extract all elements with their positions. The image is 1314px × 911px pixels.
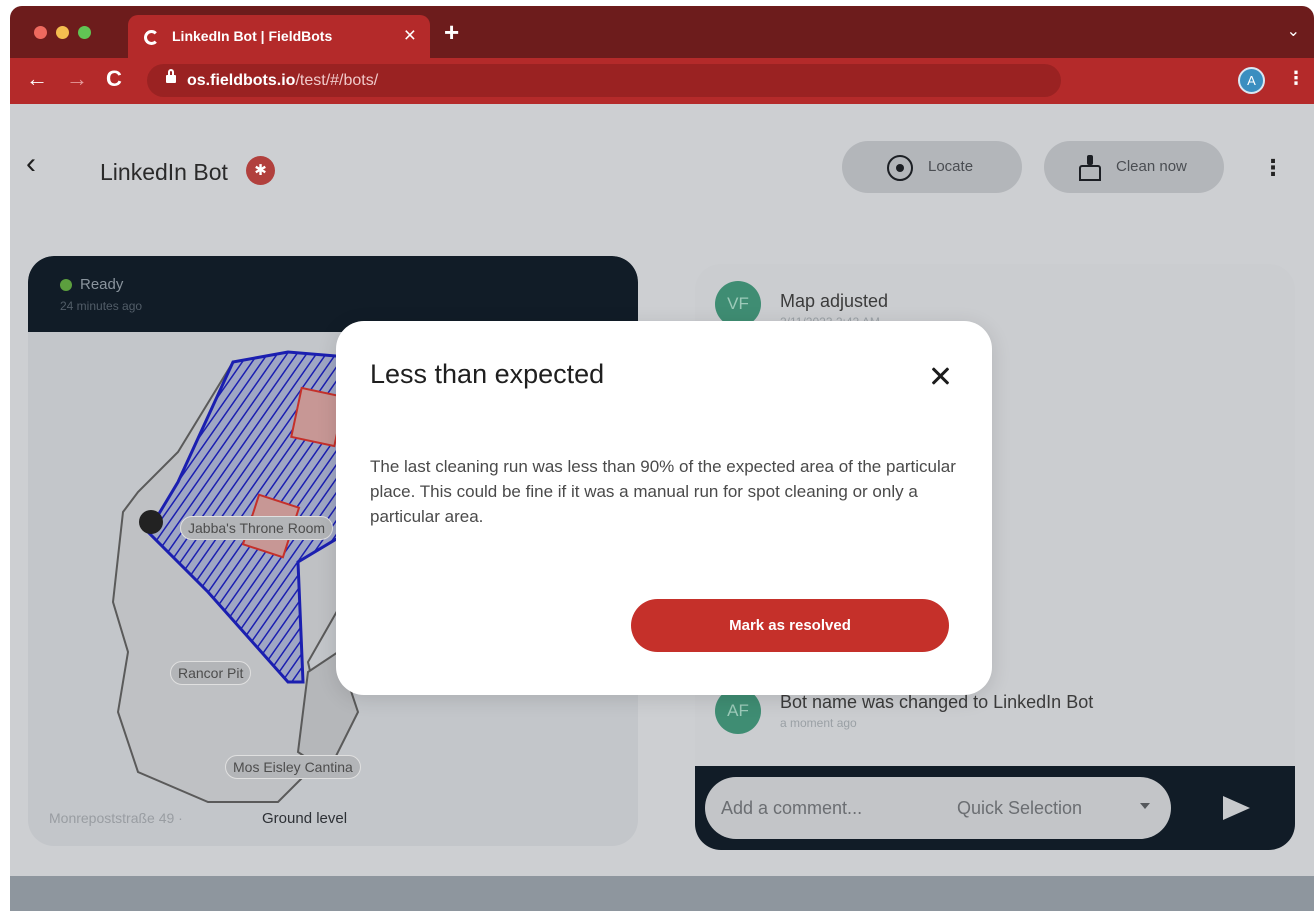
url-text: os.fieldbots.io/test/#/bots/ bbox=[187, 72, 379, 89]
page-title: LinkedIn Bot bbox=[100, 159, 228, 185]
window-controls bbox=[34, 26, 91, 39]
status-dot-icon bbox=[60, 279, 72, 291]
dialog-title: Less than expected bbox=[370, 359, 605, 389]
clean-now-label: Clean now bbox=[1116, 158, 1187, 175]
dialog-message: The last cleaning run was less than 90% … bbox=[370, 457, 956, 526]
status-time: 24 minutes ago bbox=[60, 299, 143, 313]
floor-level-selector[interactable]: Ground level bbox=[262, 810, 347, 827]
more-options-icon[interactable]: ⋮ bbox=[1262, 155, 1284, 181]
comment-input[interactable]: Add a comment... Quick Selection bbox=[705, 777, 1171, 839]
map-address: Monrepoststraße 49 · bbox=[49, 810, 183, 826]
comment-placeholder: Add a comment... bbox=[721, 798, 863, 818]
room-label-rancor-pit[interactable]: Rancor Pit bbox=[170, 661, 252, 685]
room-label-jabbas-throne-room[interactable]: Jabba's Throne Room bbox=[180, 516, 334, 540]
address-bar[interactable]: os.fieldbots.io/test/#/bots/ bbox=[147, 64, 1061, 97]
maximize-window-button[interactable] bbox=[78, 26, 91, 39]
broom-icon bbox=[1077, 155, 1103, 181]
send-icon[interactable] bbox=[1223, 796, 1250, 820]
tab-search-chevron-icon[interactable]: ⌄ bbox=[1287, 21, 1300, 41]
locate-label: Locate bbox=[928, 158, 974, 175]
browser-toolbar: ← → C os.fieldbots.io/test/#/bots/ A ⋮ bbox=[10, 58, 1314, 104]
quick-selection-dropdown[interactable]: Quick Selection bbox=[957, 798, 1082, 819]
minimize-window-button[interactable] bbox=[56, 26, 69, 39]
close-icon[interactable] bbox=[926, 362, 954, 390]
caret-down-icon[interactable] bbox=[1140, 803, 1150, 809]
clean-now-button[interactable]: Clean now bbox=[1044, 141, 1224, 193]
alert-dialog: Less than expected The last cleaning run… bbox=[336, 321, 992, 695]
activity-title: Map adjusted bbox=[780, 291, 889, 311]
activity-title: Bot name was changed to LinkedIn Bot bbox=[780, 692, 1094, 712]
lock-icon bbox=[166, 69, 176, 83]
comment-bar: Add a comment... Quick Selection bbox=[695, 766, 1295, 850]
tab-title: LinkedIn Bot | FieldBots bbox=[172, 28, 333, 44]
status-text: Ready bbox=[80, 276, 124, 293]
reload-icon[interactable]: C bbox=[106, 66, 122, 92]
browser-tab-bar: LinkedIn Bot | FieldBots × + ⌄ bbox=[10, 6, 1314, 58]
mark-as-resolved-button[interactable]: Mark as resolved bbox=[631, 599, 949, 652]
room-label-mos-eisley-cantina[interactable]: Mos Eisley Cantina bbox=[225, 755, 361, 779]
bottom-bar bbox=[10, 876, 1314, 911]
activity-time: a moment ago bbox=[780, 716, 857, 730]
back-chevron-icon[interactable]: ‹ bbox=[26, 147, 36, 181]
target-icon bbox=[887, 155, 913, 181]
locate-button[interactable]: Locate bbox=[842, 141, 1022, 193]
new-tab-button[interactable]: + bbox=[444, 17, 459, 48]
fieldbots-favicon-icon bbox=[144, 30, 159, 45]
alert-badge-icon[interactable]: ✱ bbox=[246, 156, 275, 185]
tab-close-icon[interactable]: × bbox=[404, 24, 416, 48]
browser-tab[interactable]: LinkedIn Bot | FieldBots × bbox=[128, 15, 430, 58]
forward-arrow-icon[interactable]: → bbox=[66, 66, 88, 92]
browser-menu-icon[interactable]: ⋮ bbox=[1287, 68, 1305, 89]
profile-avatar[interactable]: A bbox=[1238, 67, 1265, 94]
back-arrow-icon[interactable]: ← bbox=[26, 66, 48, 92]
close-window-button[interactable] bbox=[34, 26, 47, 39]
